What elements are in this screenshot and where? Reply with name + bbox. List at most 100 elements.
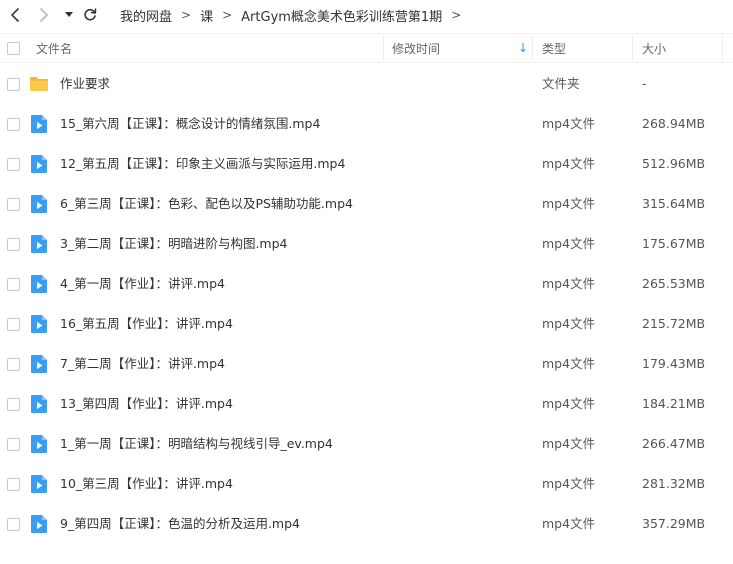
- back-button[interactable]: [6, 5, 24, 25]
- file-row[interactable]: 作业要求 文件夹 -: [0, 64, 733, 104]
- folder-icon: [29, 74, 49, 94]
- file-name[interactable]: 4_第一周【作业】：讲评.mp4: [60, 264, 225, 304]
- file-name[interactable]: 16_第五周【作业】：讲评.mp4: [60, 304, 233, 344]
- file-row[interactable]: 9_第四周【正课】：色温的分析及运用.mp4 mp4文件 357.29MB: [0, 504, 733, 544]
- row-checkbox[interactable]: [7, 518, 20, 531]
- file-type: mp4文件: [542, 316, 596, 331]
- file-type: mp4文件: [542, 236, 596, 251]
- file-row[interactable]: 12_第五周【正课】：印象主义画派与实际运用.mp4 mp4文件 512.96MB: [0, 144, 733, 184]
- row-checkbox[interactable]: [7, 158, 20, 171]
- file-type: mp4文件: [542, 116, 596, 131]
- row-checkbox[interactable]: [7, 278, 20, 291]
- column-header-name[interactable]: 文件名: [36, 34, 72, 62]
- column-divider[interactable]: [532, 36, 533, 60]
- breadcrumb-separator: >: [222, 8, 233, 22]
- file-row[interactable]: 1_第一周【正课】：明暗结构与视线引导_ev.mp4 mp4文件 266.47MB: [0, 424, 733, 464]
- file-row[interactable]: 15_第六周【正课】：概念设计的情绪氛围.mp4 mp4文件 268.94MB: [0, 104, 733, 144]
- file-size: 512.96MB: [642, 156, 706, 171]
- file-type: mp4文件: [542, 356, 596, 371]
- row-checkbox[interactable]: [7, 438, 20, 451]
- breadcrumb-item-course[interactable]: 课: [200, 6, 213, 25]
- file-size: 315.64MB: [642, 196, 706, 211]
- file-type: mp4文件: [542, 436, 596, 451]
- breadcrumb-separator: >: [181, 8, 192, 22]
- video-file-icon: [29, 434, 49, 454]
- breadcrumb: 我的网盘 > 课 > ArtGym概念美术色彩训练营第1期 >: [120, 0, 470, 30]
- file-name[interactable]: 9_第四周【正课】：色温的分析及运用.mp4: [60, 504, 300, 544]
- file-size: 215.72MB: [642, 316, 706, 331]
- column-divider[interactable]: [632, 36, 633, 60]
- file-type: mp4文件: [542, 396, 596, 411]
- row-checkbox[interactable]: [7, 238, 20, 251]
- file-type: mp4文件: [542, 276, 596, 291]
- column-divider[interactable]: [383, 36, 384, 60]
- file-row[interactable]: 16_第五周【作业】：讲评.mp4 mp4文件 215.72MB: [0, 304, 733, 344]
- breadcrumb-separator: >: [451, 8, 462, 22]
- file-name[interactable]: 1_第一周【正课】：明暗结构与视线引导_ev.mp4: [60, 424, 333, 464]
- select-all-checkbox[interactable]: [7, 42, 20, 55]
- video-file-icon: [29, 474, 49, 494]
- breadcrumb-item-current[interactable]: ArtGym概念美术色彩训练营第1期: [241, 6, 442, 25]
- video-file-icon: [29, 354, 49, 374]
- column-header-modified[interactable]: 修改时间: [392, 34, 440, 62]
- file-name[interactable]: 10_第三周【作业】：讲评.mp4: [60, 464, 233, 504]
- file-name[interactable]: 作业要求: [60, 64, 110, 104]
- file-type: mp4文件: [542, 476, 596, 491]
- video-file-icon: [29, 114, 49, 134]
- file-name[interactable]: 7_第二周【作业】：讲评.mp4: [60, 344, 225, 384]
- row-checkbox[interactable]: [7, 78, 20, 91]
- row-checkbox[interactable]: [7, 478, 20, 491]
- file-row[interactable]: 13_第四周【作业】：讲评.mp4 mp4文件 184.21MB: [0, 384, 733, 424]
- file-row[interactable]: 7_第二周【作业】：讲评.mp4 mp4文件 179.43MB: [0, 344, 733, 384]
- video-file-icon: [29, 314, 49, 334]
- row-checkbox[interactable]: [7, 318, 20, 331]
- forward-button[interactable]: [35, 5, 53, 25]
- row-checkbox[interactable]: [7, 118, 20, 131]
- caret-down-icon: [65, 12, 73, 17]
- file-list: 作业要求 文件夹 - 15_第六周【正课】：概念设计的情绪氛围.mp4 mp4文件 268…: [0, 64, 733, 544]
- row-checkbox[interactable]: [7, 398, 20, 411]
- file-size: 281.32MB: [642, 476, 706, 491]
- file-size: 265.53MB: [642, 276, 706, 291]
- file-type: mp4文件: [542, 196, 596, 211]
- file-size: 357.29MB: [642, 516, 706, 531]
- video-file-icon: [29, 234, 49, 254]
- file-list-header: 文件名 修改时间 ↓ 类型 大小: [0, 33, 733, 63]
- file-size: 179.43MB: [642, 356, 706, 371]
- history-dropdown-button[interactable]: [62, 5, 76, 25]
- file-row[interactable]: 4_第一周【作业】：讲评.mp4 mp4文件 265.53MB: [0, 264, 733, 304]
- file-row[interactable]: 3_第二周【正课】：明暗进阶与构图.mp4 mp4文件 175.67MB: [0, 224, 733, 264]
- row-checkbox[interactable]: [7, 198, 20, 211]
- chevron-right-icon: [40, 8, 48, 22]
- top-nav-bar: 我的网盘 > 课 > ArtGym概念美术色彩训练营第1期 >: [0, 0, 733, 30]
- column-divider[interactable]: [722, 36, 723, 60]
- video-file-icon: [29, 514, 49, 534]
- refresh-button[interactable]: [81, 5, 99, 25]
- file-type: 文件夹: [542, 76, 580, 91]
- file-row[interactable]: 10_第三周【作业】：讲评.mp4 mp4文件 281.32MB: [0, 464, 733, 504]
- file-row[interactable]: 6_第三周【正课】：色彩、配色以及PS辅助功能.mp4 mp4文件 315.64MB: [0, 184, 733, 224]
- file-name[interactable]: 3_第二周【正课】：明暗进阶与构图.mp4: [60, 224, 288, 264]
- file-size: 268.94MB: [642, 116, 706, 131]
- file-size: 266.47MB: [642, 436, 706, 451]
- video-file-icon: [29, 394, 49, 414]
- file-type: mp4文件: [542, 516, 596, 531]
- file-name[interactable]: 12_第五周【正课】：印象主义画派与实际运用.mp4: [60, 144, 345, 184]
- file-type: mp4文件: [542, 156, 596, 171]
- file-name[interactable]: 15_第六周【正课】：概念设计的情绪氛围.mp4: [60, 104, 320, 144]
- video-file-icon: [29, 154, 49, 174]
- video-file-icon: [29, 274, 49, 294]
- refresh-icon: [84, 8, 97, 21]
- row-checkbox[interactable]: [7, 358, 20, 371]
- sort-arrow-icon[interactable]: ↓: [518, 34, 528, 62]
- column-header-size[interactable]: 大小: [642, 34, 666, 62]
- column-header-type[interactable]: 类型: [542, 34, 566, 62]
- breadcrumb-item-root[interactable]: 我的网盘: [120, 6, 172, 25]
- file-name[interactable]: 13_第四周【作业】：讲评.mp4: [60, 384, 233, 424]
- file-size: 175.67MB: [642, 236, 706, 251]
- chevron-left-icon: [11, 8, 19, 22]
- file-size: -: [642, 76, 647, 91]
- file-name[interactable]: 6_第三周【正课】：色彩、配色以及PS辅助功能.mp4: [60, 184, 353, 224]
- video-file-icon: [29, 194, 49, 214]
- file-size: 184.21MB: [642, 396, 706, 411]
